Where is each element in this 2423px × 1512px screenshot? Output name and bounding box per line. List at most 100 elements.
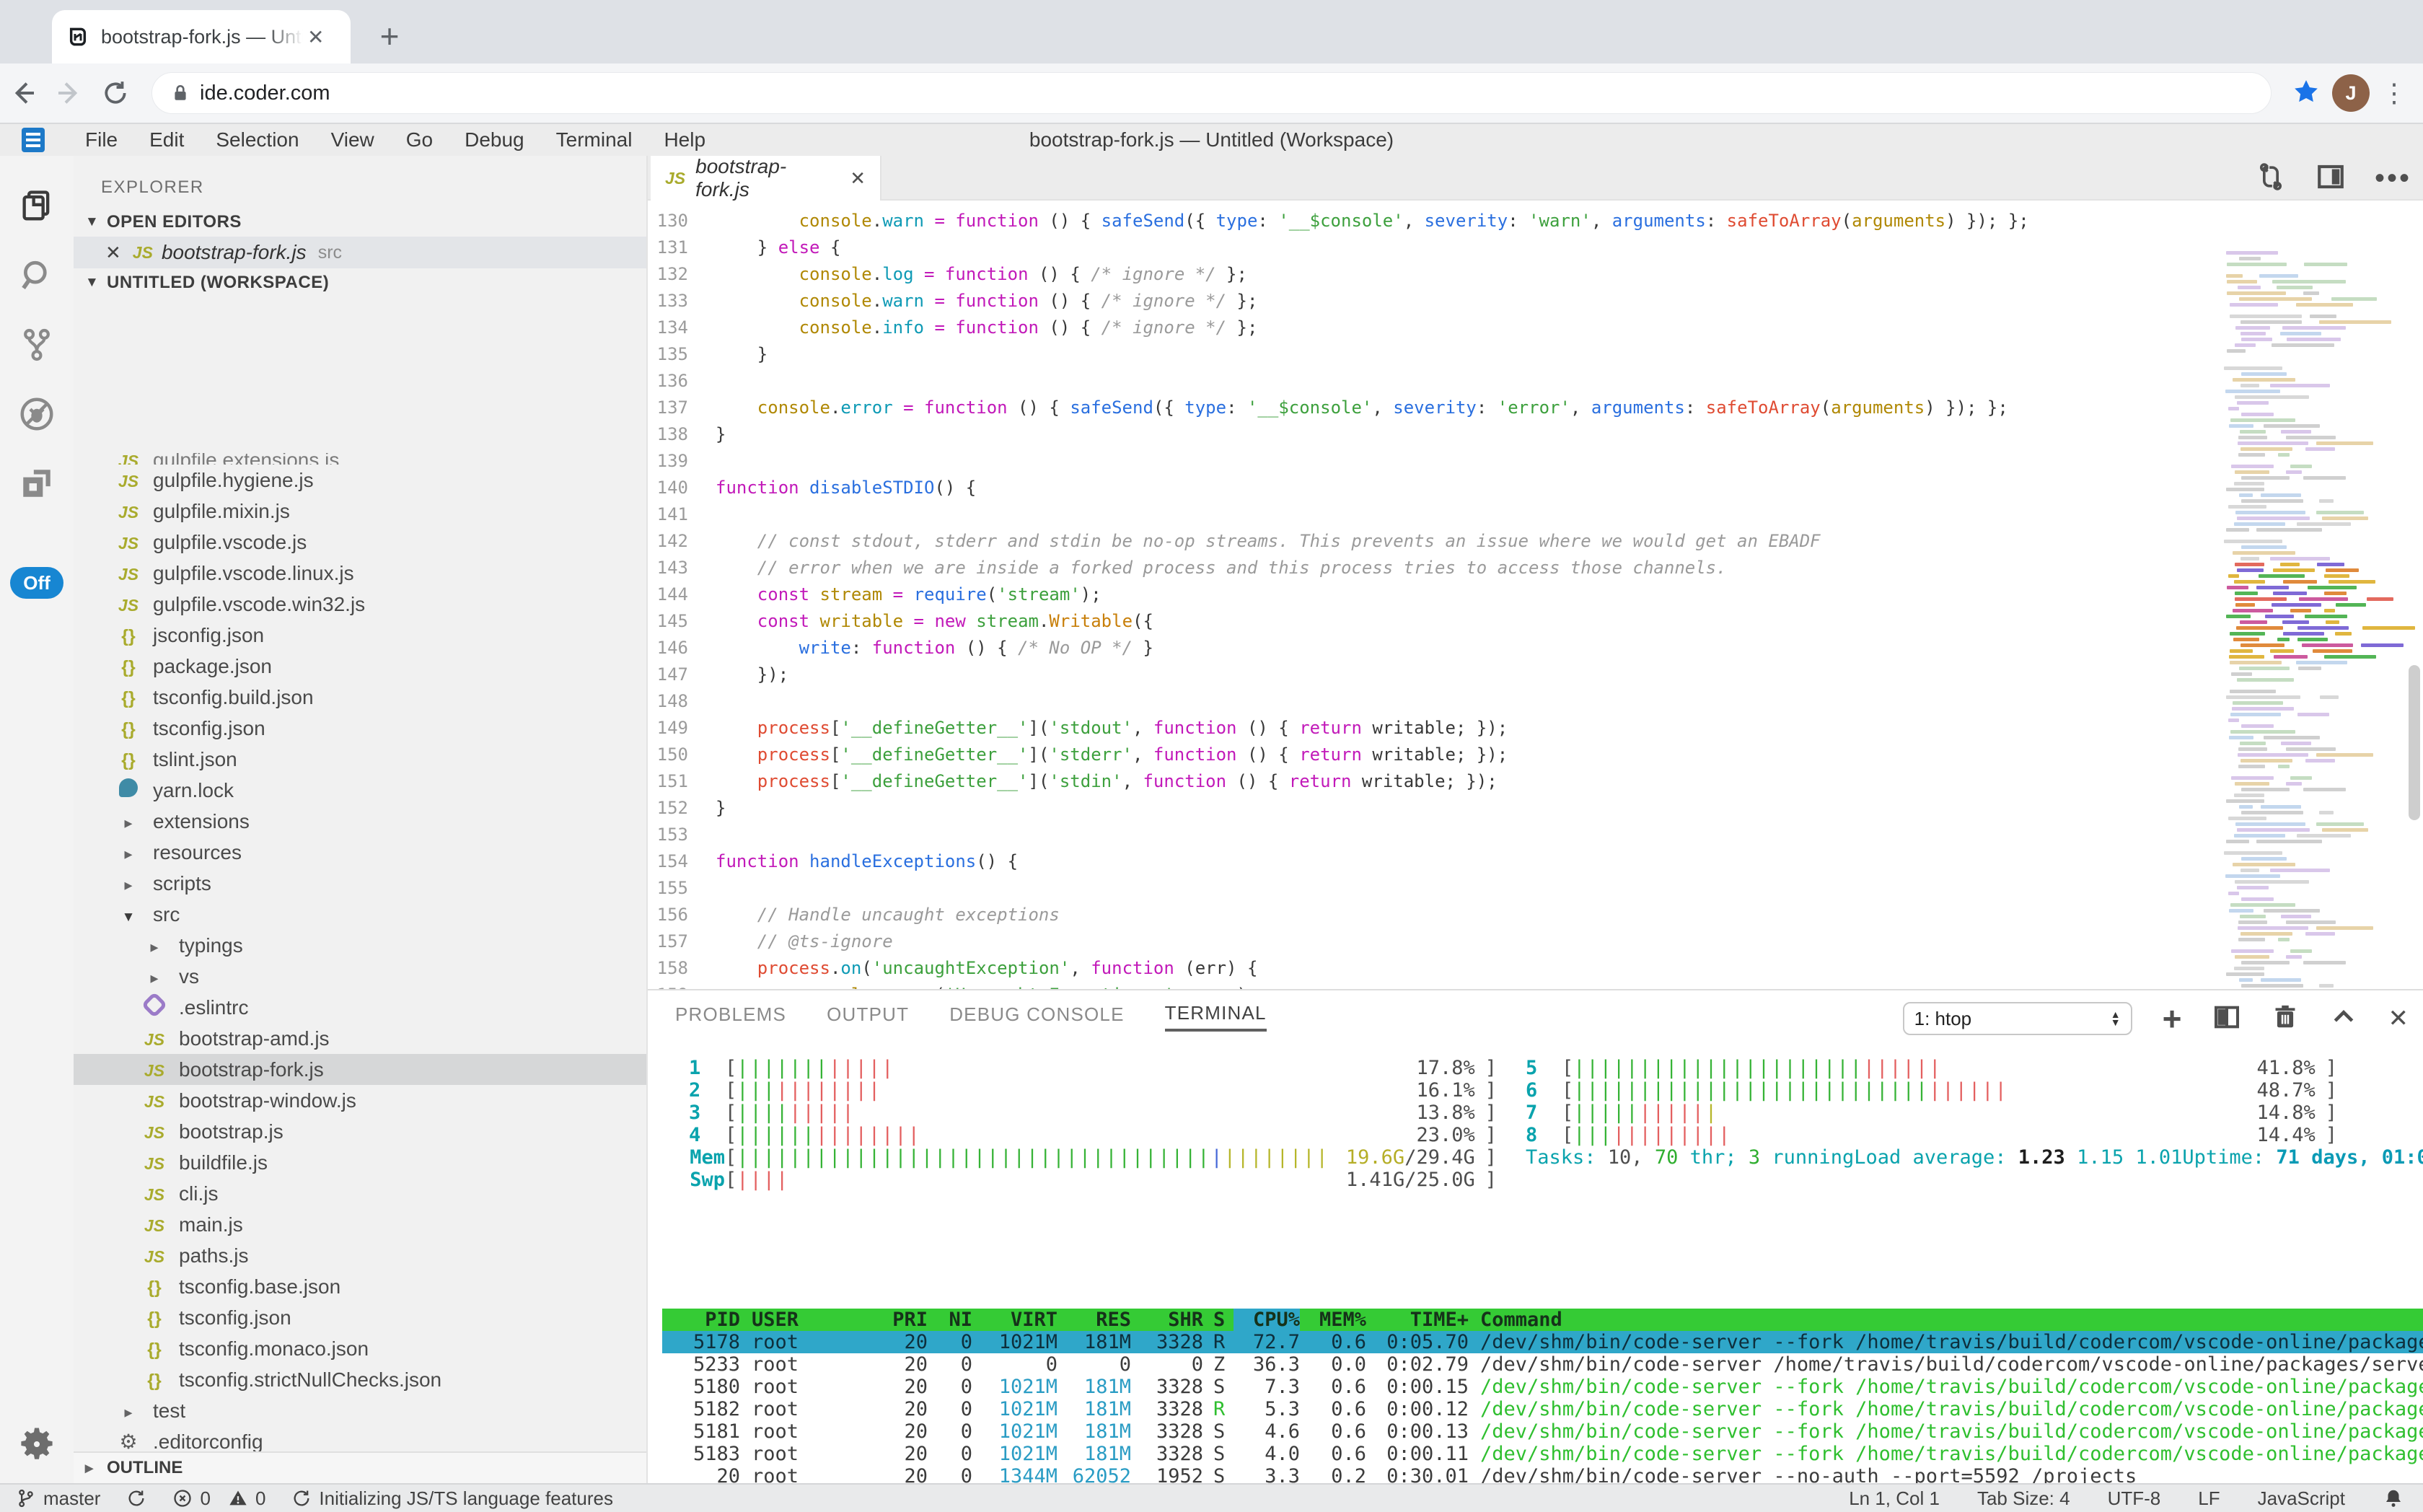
tree-item[interactable]: JSgulpfile.vscode.win32.js [74,589,648,620]
tree-item[interactable]: .eslintrc [74,992,648,1023]
tree-item[interactable]: ▸resources [74,837,648,868]
tree-item[interactable]: ▸vs [74,961,648,992]
editor-scrollbar[interactable] [2409,665,2420,820]
terminal[interactable]: 1[||||||||||||17.8%]2[|||||||||||16.1%]3… [648,1042,2423,1483]
tree-item[interactable]: JSgulpfile.mixin.js [74,496,648,527]
panel-tab-debug-console[interactable]: DEBUG CONSOLE [949,1003,1124,1030]
settings-gear-icon[interactable] [0,1410,74,1479]
panel-tab-problems[interactable]: PROBLEMS [675,1003,786,1030]
tree-item[interactable]: JSpaths.js [74,1240,648,1271]
htop-process-row[interactable]: 5233root200000Z36.30.00:02.79/dev/shm/bi… [662,1353,2423,1376]
new-tab-button[interactable]: + [369,16,410,56]
tab-size[interactable]: Tab Size: 4 [1977,1487,2070,1510]
language-status-message[interactable]: Initializing JS/TS language features [291,1487,613,1510]
tree-item[interactable]: JSgulpfile.vscode.js [74,527,648,558]
tree-item[interactable]: ▸extensions [74,806,648,837]
extensions-icon[interactable] [0,449,74,518]
workspace-header[interactable]: ▼ UNTITLED (WORKSPACE) [74,268,646,297]
browser-menu-icon[interactable]: ⋮ [2381,78,2407,108]
back-icon[interactable] [0,79,46,107]
menu-item-selection[interactable]: Selection [216,128,299,151]
terminal-select[interactable]: 1: htop ▲▼ [1903,1002,2132,1035]
eol[interactable]: LF [2198,1487,2220,1510]
maximize-panel-icon[interactable] [2329,1003,2358,1035]
menu-item-debug[interactable]: Debug [465,128,524,151]
tree-item[interactable]: ▼src [74,899,648,930]
menu-item-view[interactable]: View [331,128,374,151]
outline-header[interactable]: ▸ OUTLINE [74,1451,648,1483]
htop-process-row[interactable]: 5183root2001021M181M3328S4.00.60:00.11/d… [662,1443,2423,1465]
new-terminal-icon[interactable]: + [2163,999,2182,1038]
tree-item[interactable]: JSgulpfile.extensions.js [74,453,648,465]
close-icon[interactable]: ✕ [105,242,121,264]
tree-item[interactable]: JSbootstrap-fork.js [74,1054,648,1085]
tree-item[interactable]: {}tsconfig.build.json [74,682,648,713]
code-editor[interactable]: 130 console.warn = function () { safeSen… [648,201,2423,989]
tree-item[interactable]: JScli.js [74,1178,648,1209]
tree-item[interactable]: ▸scripts [74,868,648,899]
tree-item[interactable]: JSbootstrap.js [74,1116,648,1147]
open-changes-icon[interactable] [2255,161,2287,196]
tree-item[interactable]: {}package.json [74,651,648,682]
tree-item[interactable]: yarn.lock [74,775,648,806]
tree-item[interactable]: {}tsconfig.strictNullChecks.json [74,1364,648,1395]
tree-item[interactable]: JSbootstrap-window.js [74,1085,648,1116]
kill-terminal-icon[interactable] [2272,1003,2299,1035]
menu-item-terminal[interactable]: Terminal [556,128,633,151]
avatar[interactable]: J [2332,74,2370,112]
editor-tab[interactable]: JS bootstrap-fork.js ✕ [651,156,881,201]
sync-icon[interactable] [126,1488,146,1508]
explorer-icon[interactable] [0,172,74,241]
open-editor-item[interactable]: ✕ JS bootstrap-fork.js src [74,237,646,268]
menu-item-edit[interactable]: Edit [149,128,184,151]
cursor-position[interactable]: Ln 1, Col 1 [1849,1487,1940,1510]
tree-item[interactable]: {}jsconfig.json [74,620,648,651]
close-panel-icon[interactable]: ✕ [2388,1004,2409,1033]
more-actions-icon[interactable]: ••• [2375,162,2411,195]
tree-item[interactable]: JSmain.js [74,1209,648,1240]
debug-disabled-icon[interactable] [0,379,74,449]
tree-item[interactable]: JSbuildfile.js [74,1147,648,1178]
tree-item[interactable]: JSgulpfile.hygiene.js [74,465,648,496]
tree-item[interactable]: ▸typings [74,930,648,961]
htop-process-row[interactable]: 20root2001344M620521952S3.30.20:30.01/de… [662,1465,2423,1483]
htop-process-row[interactable]: 5181root2001021M181M3328S4.60.60:00.13/d… [662,1420,2423,1443]
forward-icon[interactable] [46,79,92,107]
htop-process-row[interactable]: 5180root2001021M181M3328S7.30.60:00.15/d… [662,1376,2423,1398]
menu-item-help[interactable]: Help [664,128,705,151]
notifications-bell-icon[interactable] [2383,1487,2404,1509]
search-icon[interactable] [0,241,74,310]
problems-status[interactable]: 0 0 [172,1487,265,1510]
off-toggle-badge[interactable]: Off [10,567,63,599]
tree-item[interactable]: {}tsconfig.monaco.json [74,1333,648,1364]
browser-tab[interactable]: bootstrap-fork.js — Untitled (W ✕ [52,10,351,63]
htop-table-header[interactable]: PIDUSERPRINIVIRTRESSHRSCPU%MEM%TIME+Comm… [662,1309,2423,1331]
url-bar[interactable]: ide.coder.com [151,72,2272,114]
split-editor-icon[interactable] [2316,162,2346,195]
git-branch-status[interactable]: master [16,1487,100,1510]
tree-item[interactable]: {}tsconfig.json [74,713,648,744]
htop-process-row[interactable]: 5178root2001021M181M3328R72.70.60:05.70/… [662,1331,2423,1353]
reload-icon[interactable] [92,79,138,107]
close-icon[interactable]: ✕ [850,167,866,190]
htop-process-row[interactable]: 5182root2001021M181M3328R5.30.60:00.12/d… [662,1398,2423,1420]
minimap[interactable] [2217,245,2369,989]
tree-item[interactable]: ▸test [74,1395,648,1426]
tree-item[interactable]: {}tslint.json [74,744,648,775]
tree-item[interactable]: JSbootstrap-amd.js [74,1023,648,1054]
app-logo-icon [22,128,45,152]
split-terminal-icon[interactable] [2212,1003,2241,1035]
tree-item[interactable]: {}tsconfig.json [74,1302,648,1333]
encoding[interactable]: UTF-8 [2108,1487,2161,1510]
open-editors-header[interactable]: ▼ OPEN EDITORS [74,208,646,237]
menu-item-file[interactable]: File [85,128,118,151]
source-control-icon[interactable] [0,310,74,379]
language-mode[interactable]: JavaScript [2258,1487,2345,1510]
tree-item[interactable]: {}tsconfig.base.json [74,1271,648,1302]
panel-tab-terminal[interactable]: TERMINAL [1165,1002,1267,1032]
bookmark-star-icon[interactable] [2292,77,2321,110]
tree-item[interactable]: JSgulpfile.vscode.linux.js [74,558,648,589]
menu-item-go[interactable]: Go [406,128,433,151]
tab-close-icon[interactable]: ✕ [307,25,324,49]
panel-tab-output[interactable]: OUTPUT [827,1003,909,1030]
